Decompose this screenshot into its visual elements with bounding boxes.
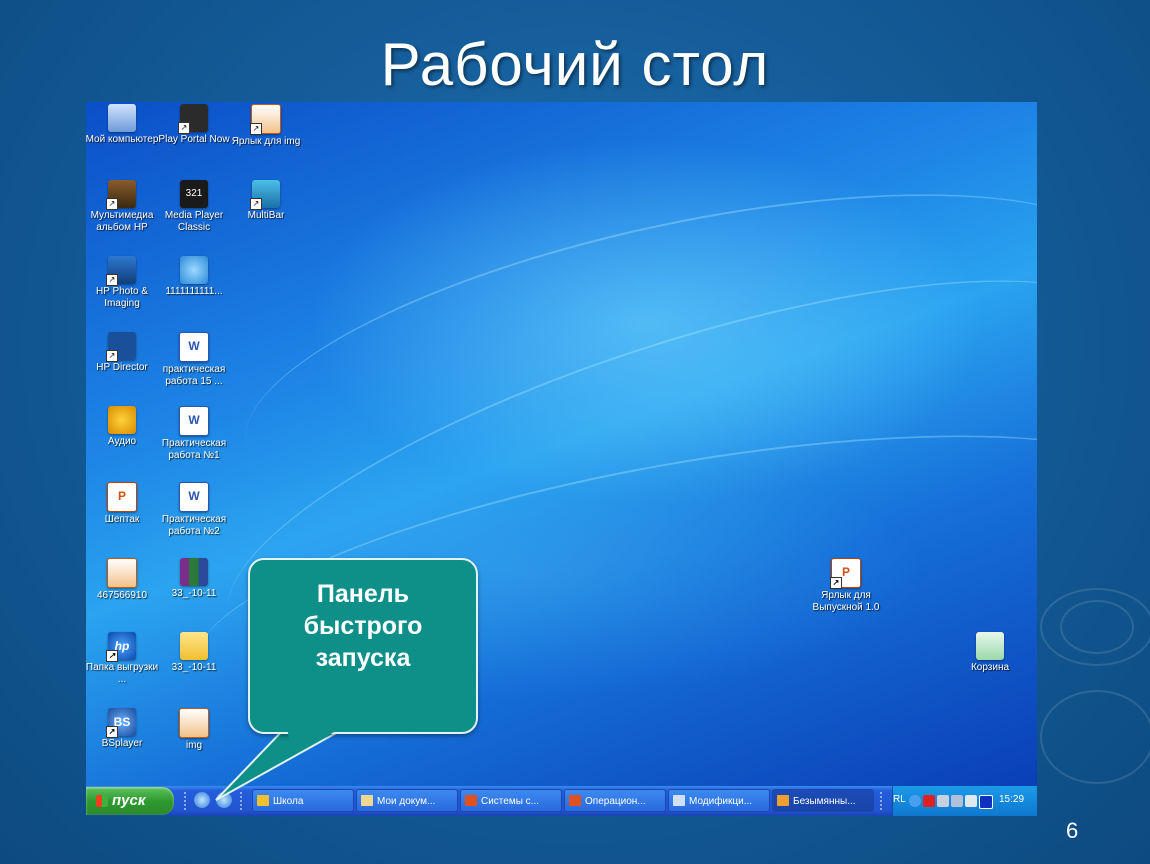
audio-icon	[108, 406, 136, 434]
desktop-icon-467566910[interactable]: 467566910	[86, 558, 160, 602]
my-computer-icon	[108, 104, 136, 132]
word-document-icon: W	[179, 482, 209, 512]
callout-text: Панель быстрого запуска	[303, 580, 423, 672]
desktop-icon-graduation-shortcut[interactable]: P ↗ Ярлык для Выпускной 1.0	[808, 558, 884, 614]
desktop-icon-hp-photo[interactable]: ↗ HP Photo & Imaging	[86, 256, 160, 310]
window-icon	[673, 795, 685, 806]
multibar-icon: ↗	[250, 180, 280, 210]
taskbar-button-untitled[interactable]: Безымянны...	[772, 789, 874, 812]
taskbar-button-modification[interactable]: Модификци...	[668, 789, 770, 812]
desktop-screenshot: Мой компьютер ↗ Мультимедиа альбом HP ↗ …	[86, 102, 1037, 816]
taskbar-button-systems[interactable]: Системы с...	[460, 789, 562, 812]
paint-icon	[777, 795, 789, 806]
quick-launch-grip[interactable]	[184, 792, 189, 810]
desktop-icon-img[interactable]: img	[156, 708, 232, 752]
desktop-icon-practical-work-1[interactable]: W Практическая работа №1	[156, 406, 232, 462]
internet-explorer-icon[interactable]	[194, 792, 210, 808]
media-play-icon[interactable]	[979, 795, 993, 809]
desktop: Мой компьютер ↗ Мультимедиа альбом HP ↗ …	[86, 102, 1037, 786]
desktop-icon-multimedia-album[interactable]: ↗ Мультимедиа альбом HP	[86, 180, 160, 234]
system-tray: RL 15:29	[892, 786, 1037, 816]
multimedia-album-icon: ↗	[106, 180, 136, 210]
language-indicator[interactable]: RL	[893, 794, 906, 805]
slide-number: 6	[1066, 818, 1079, 843]
image-file-icon	[107, 558, 137, 588]
network-icon[interactable]	[937, 795, 949, 807]
word-document-icon: W	[179, 332, 209, 362]
monitor-icon[interactable]	[951, 795, 963, 807]
speaker-icon[interactable]	[965, 795, 977, 807]
image-file-icon	[179, 708, 209, 738]
winrar-archive-icon	[180, 558, 208, 586]
image-shortcut-icon: ↗	[250, 104, 281, 135]
show-hidden-icons-icon[interactable]	[909, 795, 921, 807]
antivirus-icon[interactable]	[923, 795, 935, 807]
start-button[interactable]: пуск	[86, 787, 174, 815]
desktop-icon-img-shortcut[interactable]: ↗ Ярлык для img	[228, 104, 304, 148]
desktop-icon-play-portal[interactable]: ↗ Play Portal Now	[156, 104, 232, 146]
quick-launch-callout: Панель быстрого запуска	[248, 558, 478, 734]
desktop-icon-rar-33-10-11[interactable]: 33_-10-11	[156, 558, 232, 600]
desktop-icon-recycle-bin[interactable]: Корзина	[952, 632, 1028, 674]
powerpoint-icon	[465, 795, 477, 806]
desktop-icon-practical-work-15[interactable]: W практическая работа 15 ...	[156, 332, 232, 388]
taskbar: пуск Школа Мои докум... Системы с... Опе…	[86, 786, 1037, 816]
desktop-icon-media-player-classic[interactable]: 321 Media Player Classic	[156, 180, 232, 234]
taskbar-button-operating[interactable]: Операцион...	[564, 789, 666, 812]
desktop-icon-practical-work-2[interactable]: W Практическая работа №2	[156, 482, 232, 538]
folder-icon	[180, 632, 208, 660]
slide-title: Рабочий стол	[380, 31, 770, 98]
powerpoint-shortcut-icon: P ↗	[830, 558, 861, 589]
powerpoint-icon: P	[107, 482, 137, 512]
taskbar-grip[interactable]	[880, 792, 885, 810]
hp-folder-icon: hp ↗	[106, 632, 136, 662]
desktop-icon-export-folder[interactable]: hp ↗ Папка выгрузки ...	[86, 632, 160, 686]
my-documents-icon	[361, 795, 373, 806]
taskbar-grip[interactable]	[240, 792, 245, 810]
taskbar-button-school[interactable]: Школа	[252, 789, 354, 812]
powerpoint-icon	[569, 795, 581, 806]
folder-icon	[257, 795, 269, 806]
taskbar-button-my-documents[interactable]: Мои докум...	[356, 789, 458, 812]
desktop-icon-my-computer[interactable]: Мой компьютер	[86, 104, 160, 146]
recycle-bin-icon	[976, 632, 1004, 660]
play-portal-icon: ↗	[178, 104, 208, 134]
word-document-icon: W	[179, 406, 209, 436]
hp-director-icon: ↗	[106, 332, 136, 362]
desktop-icon-multibar[interactable]: ↗ MultiBar	[228, 180, 304, 222]
media-player-icon: 321	[180, 180, 208, 208]
desktop-icon-folder-33-10-11[interactable]: 33_-10-11	[156, 632, 232, 674]
hp-photo-icon: ↗	[106, 256, 136, 286]
background-ripple	[1040, 588, 1150, 666]
desktop-icon-bsplayer[interactable]: BS ↗ BSplayer	[86, 708, 160, 750]
quick-launch-icon[interactable]	[216, 792, 232, 808]
system-clock: 15:29	[999, 794, 1025, 805]
desktop-icon-audio[interactable]: Аудио	[86, 406, 160, 448]
desktop-icon-1111111111[interactable]: 1111111111...	[156, 256, 232, 298]
cloud-download-icon	[180, 256, 208, 284]
bsplayer-icon: BS ↗	[106, 708, 136, 738]
desktop-icon-hp-director[interactable]: ↗ HP Director	[86, 332, 160, 374]
background-ripple	[1040, 690, 1150, 784]
desktop-icon-sheptak[interactable]: P Шептак	[86, 482, 160, 526]
windows-logo-icon	[96, 795, 108, 807]
